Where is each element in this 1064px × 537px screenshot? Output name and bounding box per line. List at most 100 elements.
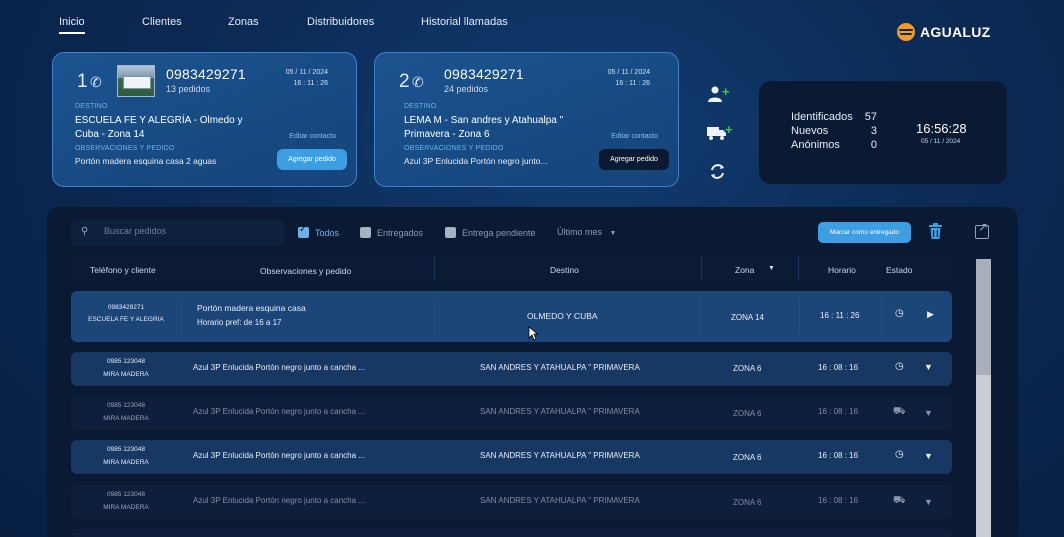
observation-label: OBSERVACIONES Y PEDIDO [404,145,504,152]
search-icon: ⚲ [81,226,89,237]
nav-clientes[interactable]: Clientes [142,16,182,28]
table-row[interactable]: 0985 123048 MIRA MADERA Azul 3P Enlucida… [71,352,952,386]
nav-zonas[interactable]: Zonas [228,16,259,28]
row-observation: Portón madera esquina casa [197,303,306,313]
clock-icon: ◷ [895,308,904,319]
new-label: Nuevos [791,125,829,137]
row-phone: 0985 123048 [107,358,145,365]
clock-icon: ◷ [895,361,904,372]
row-client: MIRA MADERA [103,459,149,466]
header-divider [701,256,702,280]
call-destination: LEMA M - San andres y Atahualpa " Primav… [404,115,564,140]
header-divider [434,256,435,280]
row-observation: Azul 3P Enlucida Portón negro junto a ca… [193,363,365,372]
sort-caret-icon[interactable]: ▼ [768,265,775,272]
call-observation: Portón madera esquina casa 2 aguas [75,156,217,166]
clock: 16:56:28 [916,121,967,136]
observation-label: OBSERVACIONES Y PEDIDO [75,145,175,152]
call-datetime: 05 / 11 / 2024 16 : 11 : 26 [608,67,650,89]
row-phone: 0985 123048 [107,402,145,409]
table-row[interactable] [71,529,952,537]
mark-delivered-button[interactable]: Marcar como entregado [818,222,911,243]
edit-contact-link[interactable]: Editar contacto [289,133,336,140]
call-orders-count: 24 pedidos [444,84,489,94]
row-time: 16 : 08 : 16 [818,451,859,460]
scrollbar-thumb[interactable] [976,259,991,375]
filter-label: Entrega pendiente [462,227,536,238]
refresh-icon[interactable] [709,163,726,180]
chevron-down-icon[interactable]: ▼ [924,451,933,461]
call-destination: ESCUELA FE Y ALEGRÍA - Olmedo y Cuba - Z… [75,115,243,140]
checkbox-icon [360,227,371,238]
identified-label: Identificados [791,111,853,123]
checkbox-icon [298,224,309,238]
call-orders-count: 13 pedidos [166,84,211,94]
row-destination: SAN ANDRES Y ATAHUALPA " PRIMAVERA [480,496,640,505]
call-datetime: 05 / 11 / 2024 16 : 11 : 26 [286,67,328,89]
call-observation: Azul 3P Enlucida Portón negro junto... [404,156,548,166]
table-row[interactable]: 0985 123048 MIRA MADERA Azul 3P Enlucida… [71,440,952,474]
row-destination: SAN ANDRES Y ATAHUALPA " PRIMAVERA [480,363,640,372]
nav-inicio[interactable]: Inicio [59,16,85,34]
add-order-button[interactable]: Agregar pedido [599,149,669,170]
filter-entregados[interactable]: Entregados [360,227,423,238]
phone-icon: ✆ [90,74,102,90]
row-phone: 0985 123048 [107,446,145,453]
checkbox-icon [445,227,456,238]
row-time: 16 : 11 : 26 [820,311,860,320]
row-zone: ZONA 14 [731,313,764,322]
table-row[interactable]: 0985 123048 MIRA MADERA Azul 3P Enlucida… [71,485,952,519]
plus-icon: + [725,122,733,137]
add-truck-icon [707,127,726,140]
mouse-pointer-icon [528,326,538,341]
search-input[interactable] [104,226,274,236]
cell-divider [799,298,800,335]
chevron-down-icon[interactable]: ▼ [924,362,933,372]
chevron-right-icon[interactable]: ▶ [927,309,934,320]
header-observations: Observaciones y pedido [260,266,352,276]
edit-contact-link[interactable]: Editar contacto [611,133,658,140]
row-zone: ZONA 6 [733,453,762,462]
call-card-1: 1 ✆ 0983429271 13 pedidos 05 / 11 / 2024… [52,52,357,187]
call-card-2: 2 ✆ 0983429271 24 pedidos 05 / 11 / 2024… [374,52,679,187]
cell-divider [181,298,182,335]
row-observation: Azul 3P Enlucida Portón negro junto a ca… [193,496,365,505]
nav-historial-llamadas[interactable]: Historial llamadas [421,16,508,28]
table-row[interactable]: 0985 123048 MIRA MADERA Azul 3P Enlucida… [71,396,952,430]
row-time: 16 : 08 : 16 [818,363,859,372]
row-observation: Azul 3P Enlucida Portón negro junto a ca… [193,451,365,460]
row-destination: OLMEDO Y CUBA [527,311,598,321]
clock-icon: ◷ [895,449,904,460]
row-phone: 0985 123048 [107,491,145,498]
table-row[interactable]: 0983429271 ESCUELA FE Y ALEGRIA Portón m… [71,291,952,342]
identified-count: 57 [864,111,877,123]
header-zone[interactable]: Zona [735,265,754,275]
destination-label: DESTINO [75,103,108,110]
filter-todos[interactable]: Todos [298,224,339,238]
row-time: 16 : 08 : 16 [818,496,859,505]
period-value: Último mes [557,227,603,237]
header-time: Horario [828,265,856,275]
call-line-number: 1 [77,71,88,92]
nav-distribuidores[interactable]: Distribuidores [307,16,374,28]
chevron-down-icon[interactable]: ▼ [924,408,933,418]
header-divider [798,256,799,280]
open-external-icon[interactable] [975,220,989,239]
call-stats-panel: Identificados 57 Nuevos 3 Anónimos 0 16:… [759,81,1007,184]
brand-logo: AGUALUZ [897,23,991,41]
header-phone-client: Teléfono y cliente [90,265,156,275]
cell-divider [434,298,435,335]
brand-name: AGUALUZ [920,24,991,40]
new-count: 3 [870,125,877,137]
header-state: Estado [886,265,913,275]
plus-icon: + [722,84,730,99]
add-order-button[interactable]: Agregar pedido [277,149,347,170]
period-select[interactable]: Último mes ▼ [557,227,616,237]
cell-divider [881,298,882,335]
clock-date: 05 / 11 / 2024 [921,138,961,145]
client-photo [117,65,155,97]
trash-icon[interactable] [929,223,942,239]
filter-entrega-pendiente[interactable]: Entrega pendiente [445,227,536,238]
call-date: 05 / 11 / 2024 [285,69,328,76]
chevron-down-icon[interactable]: ▼ [924,497,933,507]
